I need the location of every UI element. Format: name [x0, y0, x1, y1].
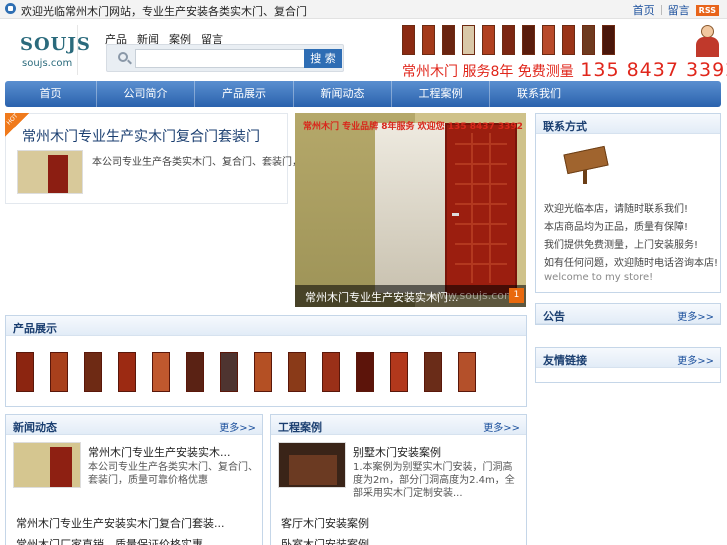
cases-title: 工程案例 — [278, 421, 322, 434]
product-thumbnail[interactable] — [452, 352, 485, 393]
banner-ad-text: 常州木门 服务8年 免费测量 135 8437 3392 — [402, 59, 727, 81]
main-nav: 首页 公司简介 产品展示 新闻动态 工程案例 联系我们 — [5, 81, 721, 107]
headline-box: HOT 常州木门专业生产实木门复合门套装门 本公司专业生产各类实木门、复合门、套… — [5, 112, 382, 204]
slide-index-button[interactable]: 1 — [509, 288, 524, 303]
banner-door-image — [462, 25, 475, 55]
banner-phone: 135 8437 3392 — [580, 59, 727, 81]
news-feature-title[interactable]: 常州木门专业生产安装实木... — [88, 444, 231, 460]
products-box: 产品展示 — [5, 315, 527, 407]
ad-banner[interactable]: 常州木门 服务8年 免费测量 135 8437 3392 — [400, 23, 727, 81]
nav-news[interactable]: 新闻动态 — [294, 81, 392, 107]
links-more-link[interactable]: 更多>> — [677, 352, 714, 367]
slide-overlay-text: 常州木门 专业品牌 8年服务 欢迎您 135 8437 3392 — [303, 122, 523, 132]
news-thumbnail[interactable] — [13, 442, 81, 488]
banner-door-image — [562, 25, 575, 55]
notice-box: 公告 更多>> — [535, 303, 721, 325]
banner-door-image — [582, 25, 595, 55]
product-thumbnail[interactable] — [282, 352, 315, 393]
search-input[interactable] — [135, 49, 325, 68]
case-thumbnail[interactable] — [278, 442, 346, 488]
search-button[interactable]: 搜 索 — [304, 49, 342, 68]
nav-cases[interactable]: 工程案例 — [392, 81, 490, 107]
speaker-icon — [5, 3, 16, 14]
header: SOUJS soujs.com 产品 新闻 案例 留言 搜 索 常州木门 服务8… — [0, 19, 727, 81]
product-thumbnail[interactable] — [112, 352, 145, 393]
links-box-title: 友情链接 — [543, 354, 587, 367]
nav-home[interactable]: 首页 — [5, 81, 97, 107]
case-feature-title[interactable]: 别墅木门安装案例 — [353, 444, 441, 460]
cases-list-item[interactable]: 客厅木门安装案例 — [281, 515, 369, 531]
news-list-item[interactable]: 常州木门厂家直销，质量保证价格实惠 — [16, 536, 225, 545]
slide-watermark: www.soujs.com — [430, 289, 515, 302]
contact-line: 如有任何问题，欢迎随时电话咨询本店! — [544, 258, 719, 269]
link-divider — [660, 5, 662, 15]
banner-door-image — [542, 25, 555, 55]
news-box: 新闻动态 更多>> 常州木门专业生产安装实木... 本公司专业生产各类实木门、复合… — [5, 414, 263, 545]
site-logo[interactable]: SOUJS soujs.com — [12, 25, 90, 75]
product-thumbnail[interactable] — [248, 352, 281, 393]
nav-products[interactable]: 产品展示 — [195, 81, 294, 107]
notice-box-title: 公告 — [543, 310, 565, 323]
banner-slogan: 常州木门 服务8年 免费测量 — [402, 64, 574, 80]
cases-list-item[interactable]: 卧室木门安装案例 — [281, 536, 369, 545]
product-thumbnail[interactable] — [180, 352, 213, 393]
home-link[interactable]: 首页 — [633, 2, 655, 18]
message-link[interactable]: 留言 — [668, 2, 690, 18]
product-thumbnail[interactable] — [44, 352, 77, 393]
products-title: 产品展示 — [13, 322, 57, 335]
banner-door-image — [442, 25, 455, 55]
contact-line-english: welcome to my store! — [544, 272, 654, 283]
banner-door-image — [502, 25, 515, 55]
slide-caption-bar: 常州木门专业生产安装实木门... www.soujs.com 1 — [295, 285, 526, 307]
case-feature-summary: 1.本案例为别墅实木门安装，门洞高度为2m，部分门洞高度为2.4m，全部采用实木… — [353, 462, 515, 499]
search-box: 搜 索 — [106, 44, 344, 72]
product-thumbnail[interactable] — [10, 352, 43, 393]
nav-contact[interactable]: 联系我们 — [490, 81, 588, 107]
top-notice-bar: 欢迎光临常州木门网站，专业生产安装各类实木门、复合门 首页 留言 RSS — [0, 0, 727, 19]
search-icon — [118, 52, 128, 62]
contact-line: 我们提供免费测量，上门安装服务! — [544, 240, 699, 251]
product-thumbnail[interactable] — [78, 352, 111, 393]
notice-more-link[interactable]: 更多>> — [677, 308, 714, 323]
product-thumbnail[interactable] — [418, 352, 451, 393]
cases-more-link[interactable]: 更多>> — [483, 419, 520, 434]
headline-title[interactable]: 常州木门专业生产实木门复合门套装门 — [22, 126, 260, 146]
news-more-link[interactable]: 更多>> — [219, 419, 256, 434]
news-feature-summary: 本公司专业生产各类实木门、复合门、套装门，质量可靠价格优惠 — [88, 462, 258, 486]
news-list: 常州木门专业生产安装实木门复合门套装... 常州木门厂家直销，质量保证价格实惠 — [16, 515, 225, 545]
news-title: 新闻动态 — [13, 421, 57, 434]
banner-door-image — [602, 25, 615, 55]
banner-door-row — [402, 25, 615, 55]
product-thumbnail[interactable] — [350, 352, 383, 393]
banner-door-image — [482, 25, 495, 55]
contact-box: 联系方式 欢迎光临本店，请随时联系我们! 本店商品均为正品，质量有保障! 我们提… — [535, 113, 721, 293]
top-links: 首页 留言 RSS — [633, 2, 719, 18]
product-thumbnail[interactable] — [214, 352, 247, 393]
product-thumbnail[interactable] — [146, 352, 179, 393]
contact-title: 联系方式 — [543, 120, 587, 133]
rss-link[interactable]: RSS — [695, 4, 719, 16]
product-row — [10, 352, 486, 393]
product-thumbnail[interactable] — [384, 352, 417, 393]
news-list-item[interactable]: 常州木门专业生产安装实木门复合门套装... — [16, 515, 225, 531]
contact-line: 本店商品均为正品，质量有保障! — [544, 222, 689, 233]
image-slideshow[interactable]: 常州木门 专业品牌 8年服务 欢迎您 135 8437 3392 常州木门专业生… — [295, 113, 526, 307]
customer-service-icon — [692, 23, 722, 57]
product-thumbnail[interactable] — [316, 352, 349, 393]
links-box: 友情链接 更多>> — [535, 347, 721, 383]
banner-door-image — [402, 25, 415, 55]
banner-door-image — [422, 25, 435, 55]
contact-line: 欢迎光临本店，请随时联系我们! — [544, 204, 689, 215]
notice-text: 欢迎光临常州木门网站，专业生产安装各类实木门、复合门 — [21, 5, 307, 18]
banner-door-image — [522, 25, 535, 55]
signpost-icon — [559, 142, 611, 186]
logo-subtext: soujs.com — [22, 58, 73, 69]
headline-thumbnail[interactable] — [17, 150, 83, 194]
logo-text: SOUJS — [20, 34, 91, 55]
cases-box: 工程案例 更多>> 别墅木门安装案例 1.本案例为别墅实木门安装，门洞高度为2m，… — [270, 414, 527, 545]
cases-list: 客厅木门安装案例 卧室木门安装案例 — [281, 515, 369, 545]
nav-about[interactable]: 公司简介 — [97, 81, 195, 107]
